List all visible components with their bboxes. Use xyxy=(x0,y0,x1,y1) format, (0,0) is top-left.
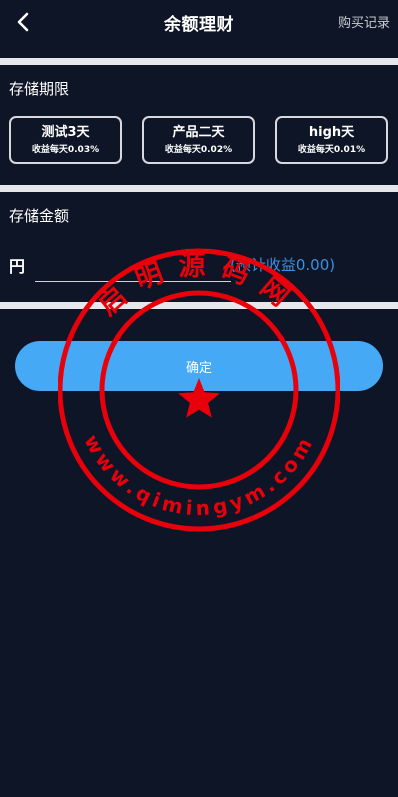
currency-label: 円 xyxy=(9,257,26,276)
divider xyxy=(0,302,398,309)
plan-name: high天 xyxy=(308,124,355,140)
plan-option[interactable]: 产品二天 收益每天0.02% xyxy=(142,116,255,164)
divider xyxy=(0,185,398,192)
plan-option[interactable]: high天 收益每天0.01% xyxy=(275,116,388,164)
plan-name: 测试3天 xyxy=(41,124,90,140)
plan-rate: 收益每天0.02% xyxy=(164,144,233,155)
watermark-bottom-text: www.qimingym.com xyxy=(79,430,319,520)
term-section-title: 存储期限 xyxy=(9,80,70,98)
purchase-records-link[interactable]: 购买记录 xyxy=(338,12,390,31)
amount-section-title: 存储金额 xyxy=(9,207,70,225)
plan-options: 测试3天 收益每天0.03% 产品二天 收益每天0.02% high天 收益每天… xyxy=(9,116,389,164)
expected-income: (预计收益0.00) xyxy=(230,256,336,274)
plan-name: 产品二天 xyxy=(172,124,225,140)
header: 余额理财 购买记录 xyxy=(0,0,398,44)
divider xyxy=(0,58,398,65)
plan-option[interactable]: 测试3天 收益每天0.03% xyxy=(9,116,122,164)
amount-input[interactable] xyxy=(35,248,231,282)
plan-rate: 收益每天0.01% xyxy=(297,144,366,155)
plan-rate: 收益每天0.03% xyxy=(31,144,100,155)
confirm-button[interactable]: 确定 xyxy=(15,341,383,391)
